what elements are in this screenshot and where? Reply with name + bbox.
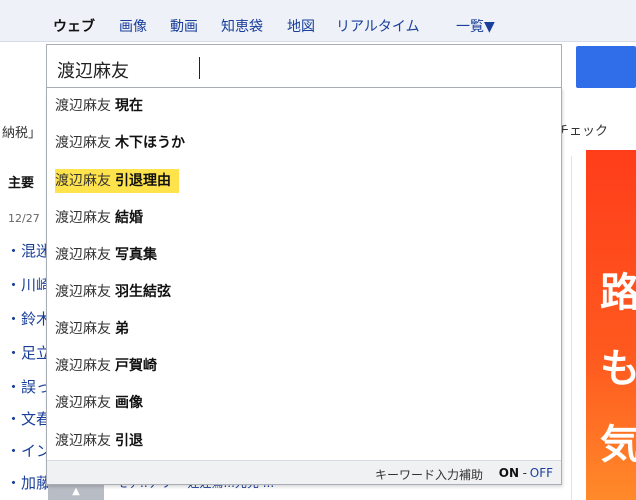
news-item[interactable]: ・足立 bbox=[6, 342, 51, 363]
text-caret bbox=[199, 57, 200, 79]
suggestion-suffix: 羽生結弦 bbox=[115, 284, 171, 300]
suggestion-suffix: 戸賀崎 bbox=[115, 358, 157, 374]
suggestion-query: 渡辺麻友 bbox=[55, 173, 111, 189]
keyword-assist-on[interactable]: ON bbox=[499, 466, 519, 480]
search-query-text: 渡辺麻友 bbox=[57, 61, 129, 82]
suggestion-suffix: 弟 bbox=[115, 321, 129, 337]
search-button[interactable] bbox=[576, 46, 636, 88]
tab-web[interactable]: ウェブ bbox=[53, 16, 95, 36]
tab-images[interactable]: 画像 bbox=[119, 16, 147, 36]
keyword-assist-label: キーワード入力補助 bbox=[374, 468, 483, 482]
suggestion-item[interactable]: 渡辺麻友 羽生結弦 bbox=[55, 280, 171, 304]
suggestion-suffix: 結婚 bbox=[115, 210, 143, 226]
suggestion-item[interactable]: 渡辺麻友 画像 bbox=[55, 391, 143, 415]
suggestion-query: 渡辺麻友 bbox=[55, 210, 111, 226]
search-input[interactable]: 渡辺麻友 bbox=[46, 44, 562, 88]
keyword-assist-separator: - bbox=[522, 466, 527, 480]
tab-list-dropdown[interactable]: 一覧▼ bbox=[456, 16, 495, 36]
news-item[interactable]: ・鈴木 bbox=[6, 308, 51, 329]
suggestion-item[interactable]: 渡辺麻友 現在 bbox=[55, 94, 143, 118]
suggestion-suffix: 引退理由 bbox=[115, 173, 171, 189]
ad-char: 路 bbox=[600, 270, 636, 316]
suggestion-suffix: 画像 bbox=[115, 395, 143, 411]
suggestion-item[interactable]: 渡辺麻友 木下ほうか bbox=[55, 131, 185, 155]
scroll-up-button[interactable]: ▲ bbox=[48, 484, 104, 500]
search-tabs: ウェブ 画像 動画 知恵袋 地図 リアルタイム 一覧▼ bbox=[0, 0, 636, 42]
news-item[interactable]: ・混迷 bbox=[6, 240, 51, 261]
suggestion-query: 渡辺麻友 bbox=[55, 135, 111, 151]
suggestion-suffix: 現在 bbox=[115, 98, 143, 114]
suggestion-item[interactable]: 渡辺麻友 写真集 bbox=[55, 243, 157, 267]
news-item[interactable]: ・加藤 bbox=[6, 472, 51, 493]
suggestion-footer: キーワード入力補助 ON - OFF bbox=[47, 460, 561, 484]
news-item[interactable]: ・イン bbox=[6, 440, 51, 461]
suggestion-item[interactable]: 渡辺麻友 結婚 bbox=[55, 206, 143, 230]
suggestion-item-highlighted[interactable]: 渡辺麻友 引退理由 bbox=[55, 169, 179, 193]
news-item[interactable]: ・誤っ bbox=[6, 376, 51, 397]
keyword-assist-off[interactable]: OFF bbox=[530, 466, 553, 480]
tab-videos[interactable]: 動画 bbox=[170, 16, 198, 36]
news-heading: 主要 bbox=[8, 176, 35, 191]
news-date: 12/27 bbox=[8, 212, 40, 225]
suggestion-query: 渡辺麻友 bbox=[55, 321, 111, 337]
tab-realtime[interactable]: リアルタイム bbox=[336, 16, 420, 36]
ad-char: も bbox=[600, 346, 636, 392]
suggestion-query: 渡辺麻友 bbox=[55, 358, 111, 374]
suggestion-query: 渡辺麻友 bbox=[55, 247, 111, 263]
suggestion-suffix: 木下ほうか bbox=[115, 135, 185, 151]
suggestion-suffix: 写真集 bbox=[115, 247, 157, 263]
suggestion-query: 渡辺麻友 bbox=[55, 395, 111, 411]
suggestion-item[interactable]: 渡辺麻友 引退 bbox=[55, 429, 143, 453]
tab-maps[interactable]: 地図 bbox=[287, 16, 315, 36]
suggestion-suffix: 引退 bbox=[115, 433, 143, 449]
news-item[interactable]: ・文春 bbox=[6, 408, 51, 429]
bg-snippet-left: 納税」 bbox=[2, 126, 42, 141]
suggestion-query: 渡辺麻友 bbox=[55, 98, 111, 114]
suggestion-query: 渡辺麻友 bbox=[55, 284, 111, 300]
suggestion-dropdown: 渡辺麻友 現在 渡辺麻友 木下ほうか 渡辺麻友 引退理由 渡辺麻友 結婚 渡辺麻友 写真集… bbox=[46, 87, 562, 485]
suggestion-query: 渡辺麻友 bbox=[55, 433, 111, 449]
news-item[interactable]: ・川崎 bbox=[6, 274, 51, 295]
suggestion-item[interactable]: 渡辺麻友 戸賀崎 bbox=[55, 354, 157, 378]
ad-char: 気 bbox=[600, 422, 636, 468]
suggestion-item[interactable]: 渡辺麻友弟 bbox=[55, 317, 129, 341]
ad-banner[interactable]: 路 も 気 bbox=[586, 150, 636, 500]
tab-chiebukuro[interactable]: 知恵袋 bbox=[221, 16, 263, 36]
bg-snippet-right: チェック bbox=[556, 124, 609, 139]
